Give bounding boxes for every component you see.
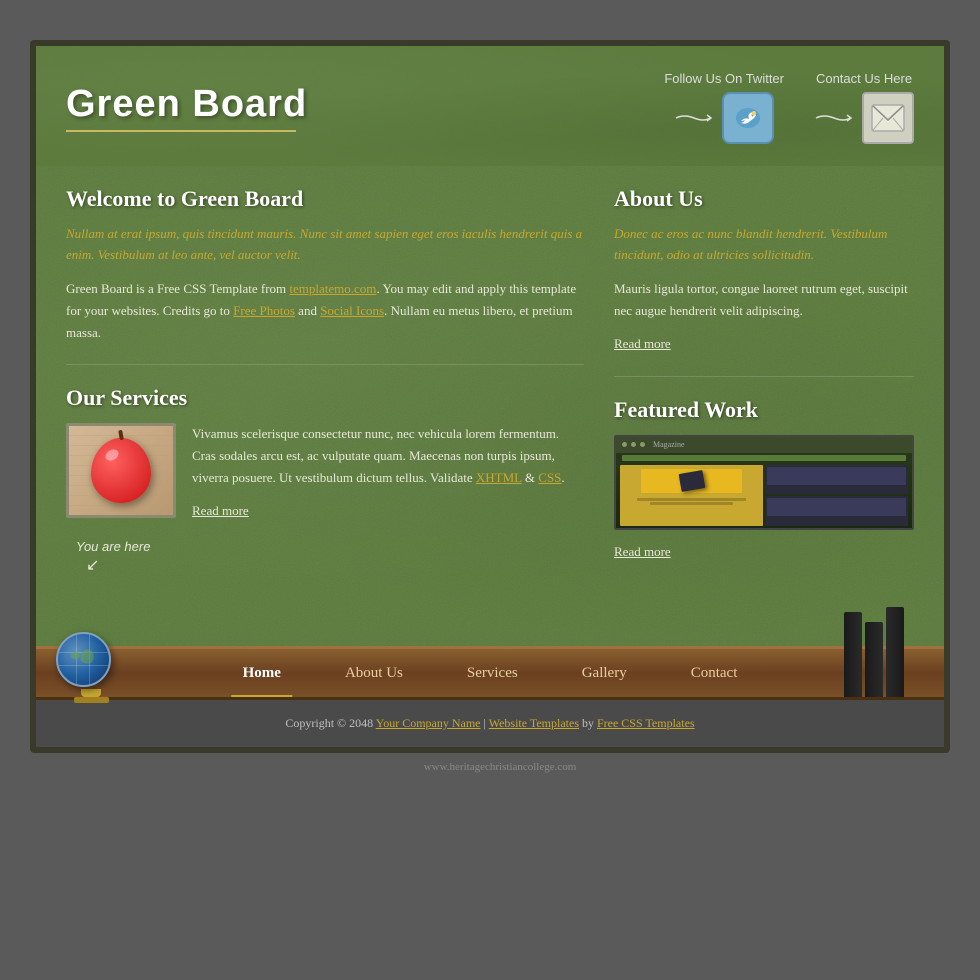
nav-bar: Home About Us Services Gallery Contact xyxy=(36,646,944,700)
about-body: Mauris ligula tortor, congue laoreet rut… xyxy=(614,278,914,322)
services-content: Vivamus scelerisque consectetur nunc, ne… xyxy=(66,423,584,519)
header-social: Follow Us On Twitter xyxy=(664,71,914,144)
featured-header-bar: Magazine xyxy=(616,437,912,453)
globe-sphere xyxy=(56,632,111,687)
logo-area: Green Board xyxy=(66,83,307,132)
about-read-more[interactable]: Read more xyxy=(614,336,671,352)
services-image xyxy=(66,423,176,518)
apple-shape xyxy=(91,438,151,503)
sidebar-column: About Us Donec ac eros ac nunc blandit h… xyxy=(614,186,914,584)
twitter-icon[interactable] xyxy=(722,92,774,144)
welcome-title: Welcome to Green Board xyxy=(66,186,584,212)
about-section: About Us Donec ac eros ac nunc blandit h… xyxy=(614,186,914,352)
footer: Copyright © 2048 Your Company Name | Web… xyxy=(36,700,944,747)
twitter-label: Follow Us On Twitter xyxy=(664,71,784,86)
contact-arrow xyxy=(814,110,854,126)
twitter-social: Follow Us On Twitter xyxy=(664,71,784,144)
nav-services[interactable]: Services xyxy=(435,649,550,697)
featured-read-more[interactable]: Read more xyxy=(614,544,671,560)
globe-stand xyxy=(81,689,101,697)
welcome-divider xyxy=(66,364,584,365)
welcome-intro: Nullam at erat ipsum, quis tincidunt mau… xyxy=(66,224,584,266)
welcome-section: Welcome to Green Board Nullam at erat ip… xyxy=(66,186,584,344)
welcome-body: Green Board is a Free CSS Template from … xyxy=(66,278,584,344)
twitter-arrow xyxy=(674,110,714,126)
about-divider xyxy=(614,376,914,377)
footer-templates-link[interactable]: Website Templates xyxy=(489,716,579,730)
services-title: Our Services xyxy=(66,385,584,411)
templatemo-link[interactable]: templatemo.com xyxy=(289,281,376,296)
twitter-row xyxy=(674,92,774,144)
nav-gallery[interactable]: Gallery xyxy=(550,649,659,697)
services-text: Vivamus scelerisque consectetur nunc, ne… xyxy=(192,423,584,519)
outer-wrapper: Green Board Follow Us On Twitter xyxy=(0,0,980,980)
page-container: Green Board Follow Us On Twitter xyxy=(30,40,950,753)
xhtml-link[interactable]: XHTML xyxy=(476,470,522,485)
free-photos-link[interactable]: Free Photos xyxy=(233,303,295,318)
footer-separator: | xyxy=(481,716,489,730)
featured-grid xyxy=(616,463,912,528)
footer-css-link[interactable]: Free CSS Templates xyxy=(597,716,695,730)
book-2 xyxy=(865,622,883,697)
you-are-here-text: You are here xyxy=(76,539,150,554)
nav-inner: Home About Us Services Gallery Contact xyxy=(36,649,944,697)
content-columns: Welcome to Green Board Nullam at erat ip… xyxy=(66,186,914,584)
you-are-here-arrow: ↙ xyxy=(86,557,99,574)
nav-home[interactable]: Home xyxy=(211,649,313,697)
services-read-more[interactable]: Read more xyxy=(192,503,249,519)
site-logo[interactable]: Green Board xyxy=(66,83,307,126)
contact-social: Contact Us Here xyxy=(814,71,914,144)
contact-row xyxy=(814,92,914,144)
globe-base xyxy=(74,697,109,703)
featured-image: Magazine xyxy=(614,435,914,530)
content-area: Welcome to Green Board Nullam at erat ip… xyxy=(36,166,944,646)
nav-contact[interactable]: Contact xyxy=(659,649,770,697)
featured-img-inner: Magazine xyxy=(616,437,912,528)
apple-image xyxy=(69,426,173,515)
featured-title: Featured Work xyxy=(614,397,914,423)
css-link[interactable]: CSS xyxy=(538,470,561,485)
footer-company-link[interactable]: Your Company Name xyxy=(376,716,481,730)
footer-copyright: Copyright © 2048 xyxy=(285,716,375,730)
book-1 xyxy=(844,612,862,697)
services-section: Our Services xyxy=(66,385,584,519)
social-icons-link[interactable]: Social Icons xyxy=(320,303,384,318)
contact-label: Contact Us Here xyxy=(816,71,912,86)
book-3 xyxy=(886,607,904,697)
footer-by: by xyxy=(579,716,597,730)
books-decoration xyxy=(844,607,924,697)
about-intro: Donec ac eros ac nunc blandit hendrerit.… xyxy=(614,224,914,266)
bottom-url: www.heritagechristiancollege.com xyxy=(404,753,577,773)
bottom-url-text: www.heritagechristiancollege.com xyxy=(424,761,577,773)
main-column: Welcome to Green Board Nullam at erat ip… xyxy=(66,186,584,584)
about-title: About Us xyxy=(614,186,914,212)
globe-decoration xyxy=(56,632,126,707)
mail-icon[interactable] xyxy=(862,92,914,144)
logo-underline xyxy=(66,130,296,132)
nav-about[interactable]: About Us xyxy=(313,649,435,697)
you-are-here: You are here ↙ xyxy=(66,539,584,575)
site-header: Green Board Follow Us On Twitter xyxy=(36,46,944,166)
featured-section: Featured Work Magazine xyxy=(614,397,914,560)
